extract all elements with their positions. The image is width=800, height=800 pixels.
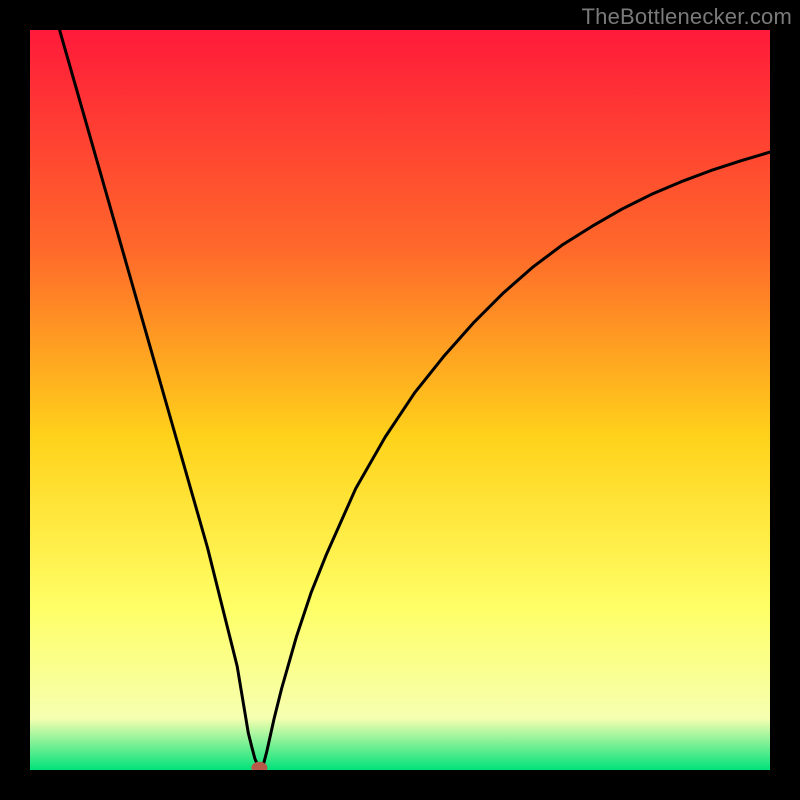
- attribution-text: TheBottlenecker.com: [582, 4, 792, 30]
- gradient-background: [30, 30, 770, 770]
- chart-frame: TheBottlenecker.com: [0, 0, 800, 800]
- bottleneck-chart: [30, 30, 770, 770]
